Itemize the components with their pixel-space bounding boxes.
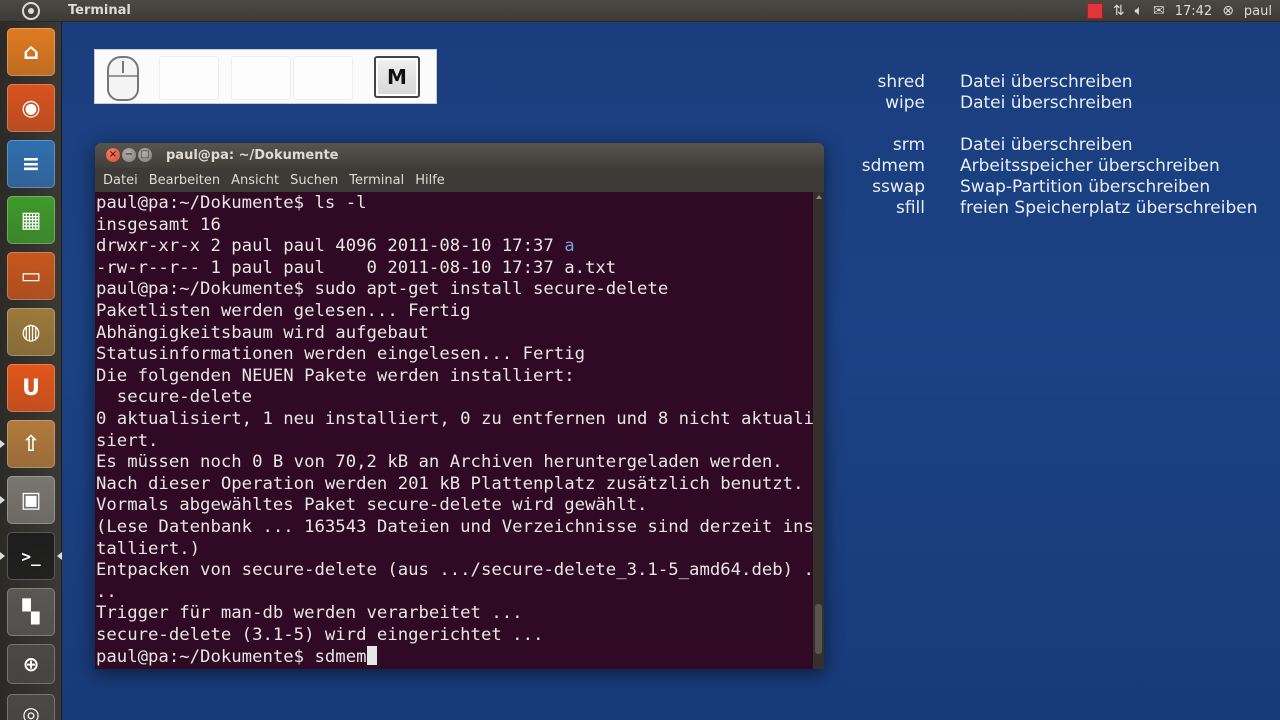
home-folder-icon[interactable]: ⌂ — [7, 28, 55, 76]
terminal-line: paul@pa:~/Dokumente$ sudo apt-get instal… — [96, 279, 669, 300]
terminal-line: Es müssen noch 0 B von 70,2 kB an Archiv… — [96, 452, 783, 473]
command-description: Swap-Partition überschreiben — [960, 177, 1211, 197]
command-name: srm — [892, 135, 925, 155]
update-manager-icon[interactable]: ⇧ — [7, 420, 55, 468]
text-cursor — [366, 646, 377, 666]
zoom-icon[interactable]: ⊕ — [7, 644, 55, 684]
terminal-line: Abhängigkeitsbaum wird aufgebaut — [96, 322, 429, 343]
terminal-line: Statusinformationen werden eingelesen...… — [96, 344, 585, 365]
indicator-area: ⇅ 🔈︎ ✉ 17:42 ⊗ paul — [1086, 0, 1272, 22]
command-name: shred — [877, 72, 926, 92]
command-name: sswap — [872, 177, 925, 197]
terminal-icon[interactable]: >_ — [7, 532, 55, 580]
ubuntu-logo-icon — [22, 1, 40, 20]
scroll-up-arrow-icon[interactable] — [816, 195, 822, 199]
impress-icon[interactable]: ▭ — [7, 252, 55, 300]
command-reference-row: srm Datei überschreiben — [820, 135, 1270, 157]
terminal-line: .. — [96, 581, 117, 602]
calc-icon[interactable]: ▦ — [7, 196, 55, 244]
command-reference-row: sdmem Arbeitsspeicher überschreiben — [820, 156, 1270, 178]
key-ghost — [293, 56, 353, 100]
command-name: sfill — [895, 198, 925, 218]
running-indicator-icon — [0, 496, 5, 504]
terminal-line: talliert.) — [96, 538, 201, 559]
terminal-line: siert. — [96, 430, 159, 451]
network-icon[interactable]: ⇅ — [1113, 3, 1125, 19]
running-indicator-icon — [0, 440, 5, 448]
mouse-icon — [107, 56, 139, 101]
terminal-line: secure-delete (3.1-5) wird eingerichtet … — [96, 624, 544, 645]
terminal-text: paul@pa:~/Dokumente$ ls -l insgesamt 16 dr… — [96, 193, 814, 668]
terminal-scrollbar[interactable] — [813, 192, 824, 669]
menu-hilfe[interactable]: Hilfe — [415, 173, 445, 188]
terminal-line: paul@pa:~/Dokumente$ ls -l — [96, 193, 367, 213]
terminal-line: Die folgenden NEUEN Pakete werden instal… — [96, 365, 575, 386]
shell-prompt: paul@pa:~/Dokumente$ — [96, 647, 315, 668]
focused-indicator-icon — [57, 552, 62, 560]
command-description: Datei überschreiben — [960, 135, 1133, 155]
menu-bearbeiten[interactable]: Bearbeiten — [149, 173, 220, 188]
terminal-prompt-line[interactable]: paul@pa:~/Dokumente$ sdmem — [96, 646, 812, 668]
command-description: Arbeitsspeicher überschreiben — [960, 156, 1220, 176]
terminal-line: insgesamt 16 — [96, 214, 221, 235]
top-panel: Terminal ⇅ 🔈︎ ✉ 17:42 ⊗ paul — [0, 0, 1280, 22]
terminal-line: (Lese Datenbank ... 163543 Dateien und V… — [96, 516, 814, 537]
writer-icon[interactable]: ≡ — [7, 140, 55, 188]
launcher: ⌂ ◉ ≡ ▦ ▭ ◍ U ⇧ ▣ >_ ▚ ⊕ ◎ — [0, 22, 62, 720]
record-indicator-icon[interactable] — [1086, 3, 1103, 19]
terminal-line: Trigger für man-db werden verarbeitet ..… — [96, 603, 523, 624]
maximize-button[interactable]: □ — [138, 148, 152, 162]
menu-datei[interactable]: Datei — [103, 173, 138, 188]
terminal-line: drwxr-xr-x 2 paul paul 4096 2011-08-10 1… — [96, 236, 575, 257]
terminal-line: 0 aktualisiert, 1 neu installiert, 0 zu … — [96, 408, 814, 429]
active-app-title: Terminal — [68, 3, 131, 18]
software-center-icon[interactable]: ◍ — [7, 308, 55, 356]
terminal-line: secure-delete — [96, 387, 253, 408]
command-input[interactable]: sdmem — [315, 647, 367, 667]
command-reference-row: sswap Swap-Partition überschreiben — [820, 177, 1270, 199]
command-reference-row: wipe Datei überschreiben — [820, 93, 1270, 115]
terminal-line: Vormals abgewähltes Paket secure-delete … — [96, 495, 648, 516]
volume-icon[interactable]: 🔈︎ — [1135, 3, 1143, 19]
pressed-key: M — [374, 56, 420, 98]
eye-icon[interactable]: ◎ — [7, 694, 55, 720]
terminal-line: Nach dieser Operation werden 201 kB Plat… — [96, 473, 804, 494]
command-reference-row: shred Datei überschreiben — [820, 72, 1270, 94]
window-titlebar[interactable]: × − □ paul@pa: ~/Dokumente — [95, 143, 824, 168]
command-reference-row: sfill freien Speicherplatz überschreiben — [820, 198, 1270, 220]
key-display-overlay: M — [94, 49, 437, 104]
workspaces-icon[interactable]: ▚ — [7, 588, 55, 636]
directory-entry: a — [564, 236, 575, 257]
power-icon[interactable]: ⊗ — [1222, 3, 1234, 19]
menu-ansicht[interactable]: Ansicht — [231, 173, 279, 188]
terminal-line: Paketlisten werden gelesen... Fertig — [96, 300, 471, 321]
terminal-line: -rw-r--r-- 1 paul paul 0 2011-08-10 17:3… — [96, 257, 617, 278]
command-description: freien Speicherplatz überschreiben — [960, 198, 1258, 218]
command-name: sdmem — [861, 156, 925, 176]
close-button[interactable]: × — [106, 148, 120, 162]
running-indicator-icon — [0, 552, 5, 560]
ubuntu-one-icon[interactable]: U — [7, 364, 55, 412]
terminal-output[interactable]: paul@pa:~/Dokumente$ ls -l insgesamt 16 dr… — [95, 192, 824, 669]
terminal-line: Entpacken von secure-delete (aus .../sec… — [96, 560, 814, 581]
dash-button[interactable] — [0, 0, 62, 22]
minimize-button[interactable]: − — [122, 148, 136, 162]
window-title: paul@pa: ~/Dokumente — [166, 148, 339, 163]
command-description: Datei überschreiben — [960, 72, 1133, 92]
mail-icon[interactable]: ✉ — [1153, 3, 1165, 19]
firefox-icon[interactable]: ◉ — [7, 84, 55, 132]
key-ghost — [159, 56, 219, 100]
user-name[interactable]: paul — [1244, 4, 1272, 19]
menu-suchen[interactable]: Suchen — [290, 173, 338, 188]
scroll-thumb[interactable] — [815, 604, 822, 654]
command-name: wipe — [885, 93, 925, 113]
keys-display-icon[interactable]: ▣ — [7, 476, 55, 524]
key-ghost — [231, 56, 291, 100]
clock[interactable]: 17:42 — [1175, 4, 1212, 19]
menu-terminal[interactable]: Terminal — [349, 173, 404, 188]
command-description: Datei überschreiben — [960, 93, 1133, 113]
terminal-window[interactable]: × − □ paul@pa: ~/Dokumente Datei Bearbeit… — [95, 143, 824, 669]
terminal-menubar: Datei Bearbeiten Ansicht Suchen Terminal Hilf… — [95, 168, 824, 192]
